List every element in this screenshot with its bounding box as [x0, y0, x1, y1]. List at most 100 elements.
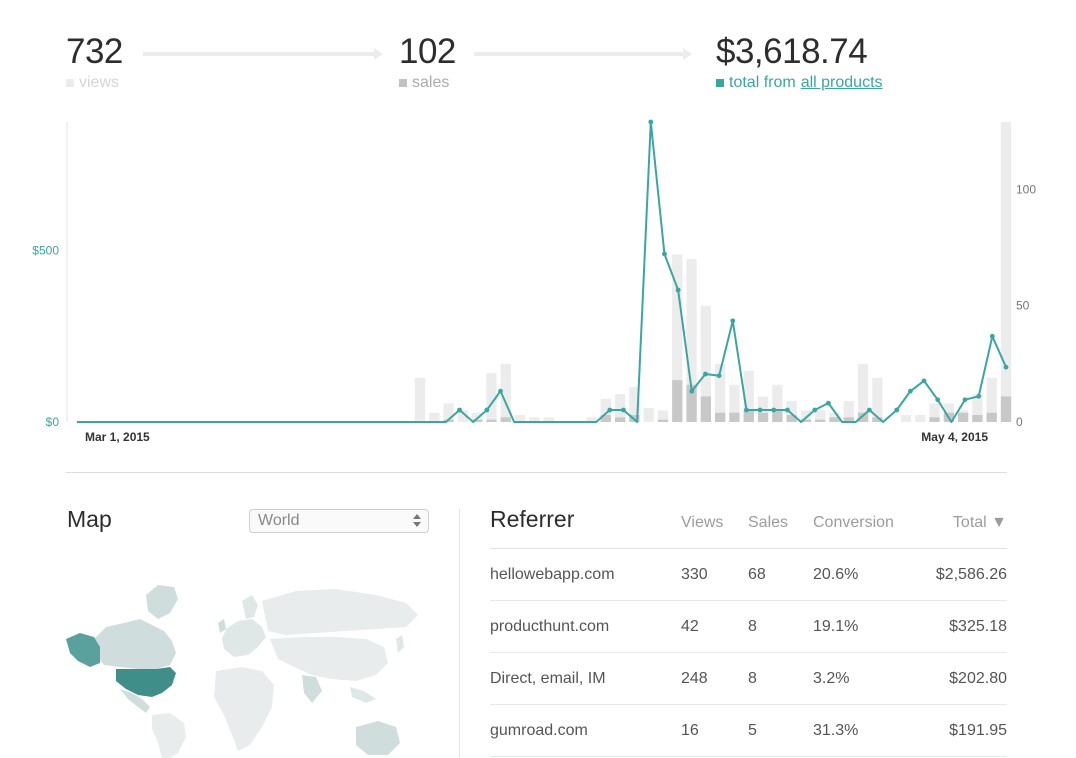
- referrer-name: hellowebapp.com: [490, 566, 615, 583]
- sales-bar: [857, 412, 869, 422]
- views-stat: 732 views: [66, 32, 123, 93]
- views-bar: [414, 377, 426, 422]
- referrer-name: Direct, email, IM: [490, 670, 606, 687]
- sales-bar: [500, 417, 511, 422]
- sales-bar: [715, 412, 726, 422]
- table-row[interactable]: gumroad.com 16 5 31.3% $191.95: [490, 705, 1007, 757]
- map-region-alaska[interactable]: [66, 633, 100, 667]
- referrer-sales: 5: [748, 722, 757, 739]
- views-bar: [429, 412, 440, 422]
- referrer-views: 248: [681, 670, 708, 687]
- sales-bar: [957, 412, 969, 422]
- sales-count: 102: [399, 32, 456, 71]
- referrer-table-header: Referrer Views Sales Conversion Total ▼: [490, 506, 1007, 549]
- referrer-conversion: 20.6%: [813, 566, 859, 583]
- views-bar: [900, 415, 912, 422]
- col-sales[interactable]: Sales: [748, 514, 788, 532]
- revenue-point: [825, 400, 831, 406]
- referrer-views: 330: [681, 566, 708, 583]
- map-region-canada[interactable]: [94, 619, 176, 669]
- total-swatch-icon: [716, 79, 724, 87]
- revenue-point: [730, 318, 736, 324]
- revenue-point: [907, 388, 913, 394]
- referrer-total: $202.80: [949, 670, 1007, 687]
- views-bar: [514, 415, 526, 422]
- revenue-point: [1003, 364, 1009, 370]
- right-arrow-icon: [143, 48, 383, 60]
- revenue-point: [976, 393, 982, 399]
- revenue-point: [989, 333, 995, 339]
- revenue-point: [675, 287, 681, 293]
- sales-bar: [729, 412, 740, 422]
- revenue-point: [457, 407, 462, 413]
- revenue-point: [921, 378, 927, 384]
- revenue-point: [703, 371, 708, 377]
- revenue-point: [662, 251, 667, 257]
- referrer-sales: 68: [748, 566, 766, 583]
- map-region-europe[interactable]: [222, 619, 266, 657]
- table-row[interactable]: hellowebapp.com 330 68 20.6% $2,586.26: [490, 549, 1007, 601]
- col-conversion[interactable]: Conversion: [813, 514, 894, 532]
- views-label: views: [66, 73, 123, 93]
- all-products-link[interactable]: all products: [801, 73, 883, 93]
- revenue-point: [716, 373, 722, 379]
- region-select[interactable]: World: [249, 509, 429, 533]
- map-region-greenland[interactable]: [146, 585, 178, 619]
- map-title: Map: [67, 506, 112, 532]
- sales-swatch-icon: [399, 79, 407, 87]
- region-select-value: World: [258, 512, 300, 529]
- views-bar: [1000, 122, 1012, 422]
- left-axis-tick-label: $0: [46, 415, 60, 429]
- sales-bar: [743, 410, 754, 422]
- table-row[interactable]: producthunt.com 42 8 19.1% $325.18: [490, 601, 1007, 653]
- sales-bar: [657, 419, 669, 422]
- section-divider: [66, 472, 1007, 473]
- revenue-point: [812, 407, 818, 413]
- x-axis-end-label: May 4, 2015: [921, 430, 988, 444]
- map-region-africa[interactable]: [214, 667, 274, 751]
- sales-bar: [757, 412, 769, 422]
- sales-chart: $0 $500 0 50 100 Mar 1, 2015 May 4, 2015: [32, 119, 1036, 444]
- map-region-japan[interactable]: [396, 635, 404, 653]
- revenue-point: [689, 388, 695, 394]
- map-region-india[interactable]: [302, 675, 322, 703]
- right-axis-tick-label: 100: [1016, 182, 1036, 196]
- referrer-total: $2,586.26: [935, 566, 1007, 583]
- map-region-uk[interactable]: [218, 619, 226, 633]
- sales-bar: [815, 419, 826, 422]
- referrer-conversion: 3.2%: [813, 670, 850, 687]
- referrer-name: gumroad.com: [490, 722, 588, 739]
- referrer-sales: 8: [748, 618, 757, 635]
- revenue-point: [484, 407, 490, 413]
- map-region-australia[interactable]: [356, 721, 400, 755]
- revenue-point: [498, 388, 503, 394]
- referrer-views: 16: [681, 722, 699, 739]
- sales-bar: [672, 380, 683, 422]
- sales-stat: 102 sales: [399, 32, 456, 93]
- right-axis-tick-label: 50: [1016, 299, 1030, 313]
- revenue-point: [648, 119, 654, 125]
- referrer-title: Referrer: [490, 506, 575, 532]
- revenue-point: [866, 407, 872, 413]
- left-axis-tick-label: $500: [32, 244, 59, 258]
- map-region-south-america[interactable]: [152, 713, 186, 758]
- referrer-table: Referrer Views Sales Conversion Total ▼ …: [490, 506, 1007, 757]
- referrer-total: $325.18: [949, 618, 1007, 635]
- sales-bar: [614, 417, 626, 422]
- right-arrow-icon: [474, 48, 692, 60]
- table-row[interactable]: Direct, email, IM 248 8 3.2% $202.80: [490, 653, 1007, 705]
- views-swatch-icon: [66, 79, 74, 87]
- revenue-point: [757, 407, 763, 413]
- map-region-scandinavia[interactable]: [242, 595, 258, 619]
- map-region-asia[interactable]: [270, 637, 388, 681]
- referrer-conversion: 31.3%: [813, 722, 859, 739]
- world-map[interactable]: [66, 575, 446, 758]
- sales-bar: [1000, 396, 1012, 422]
- col-total-sorted[interactable]: Total ▼: [953, 514, 1007, 532]
- col-views[interactable]: Views: [681, 514, 723, 532]
- map-region-russia[interactable]: [262, 589, 418, 635]
- panel-divider: [459, 509, 460, 758]
- referrer-views: 42: [681, 618, 699, 635]
- referrer-sales: 8: [748, 670, 757, 687]
- map-region-southeast-asia[interactable]: [350, 687, 376, 703]
